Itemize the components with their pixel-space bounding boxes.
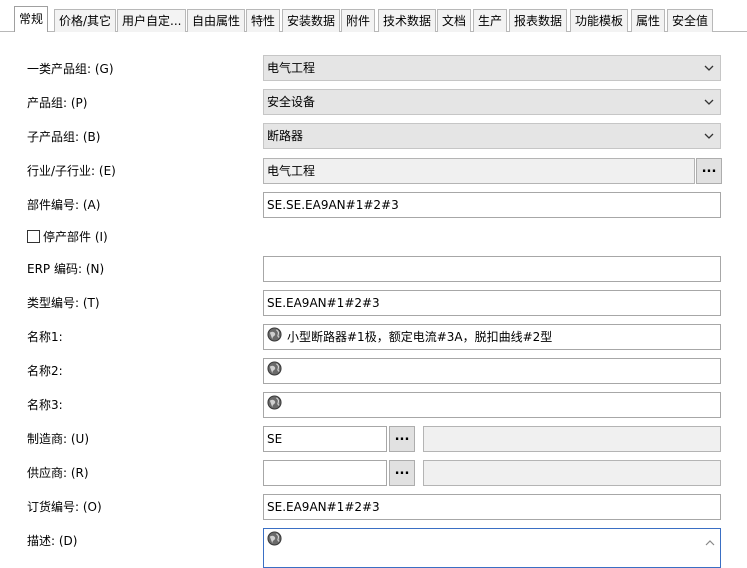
sub-product-group-select[interactable]: 断路器 <box>263 123 721 149</box>
product-group-label: 产品组: (P) <box>27 96 88 110</box>
product-group-1-value: 电气工程 <box>267 61 316 75</box>
product-group-select[interactable]: 安全设备 <box>263 89 721 115</box>
tab-user-defined[interactable]: 用户自定... <box>117 9 187 32</box>
globe-icon[interactable] <box>267 326 282 350</box>
tab-mounting-data[interactable]: 安装数据 <box>282 9 341 32</box>
product-group-1-label: 一类产品组: (G) <box>27 62 114 76</box>
order-number-field[interactable]: SE.EA9AN#1#2#3 <box>263 494 721 520</box>
globe-icon[interactable] <box>267 360 282 384</box>
description-label: 描述: (D) <box>27 534 78 548</box>
discontinued-label: 停产部件 (I) <box>43 230 108 244</box>
tab-documents[interactable]: 文档 <box>437 9 472 32</box>
part-number-field[interactable]: SE.SE.EA9AN#1#2#3 <box>263 192 721 218</box>
globe-icon[interactable] <box>267 394 282 418</box>
tab-general[interactable]: 常规 <box>14 6 49 32</box>
part-number-label: 部件编号: (A) <box>27 198 101 212</box>
name2-label: 名称2: <box>27 364 63 378</box>
chevron-down-icon <box>704 56 714 80</box>
supplier-browse-button[interactable]: ... <box>389 460 415 486</box>
type-number-label: 类型编号: (T) <box>27 296 100 310</box>
chevron-down-icon <box>704 124 714 148</box>
type-number-field[interactable]: SE.EA9AN#1#2#3 <box>263 290 721 316</box>
industry-field[interactable]: 电气工程 <box>263 158 695 184</box>
name1-field[interactable]: 小型断路器#1极，额定电流#3A，脱扣曲线#2型 <box>263 324 721 350</box>
sub-product-group-label: 子产品组: (B) <box>27 130 101 144</box>
chevron-up-icon[interactable] <box>704 533 716 546</box>
tab-properties[interactable]: 属性 <box>631 9 666 32</box>
order-number-label: 订货编号: (O) <box>27 500 102 514</box>
tab-price-other[interactable]: 价格/其它 <box>54 9 117 32</box>
globe-icon[interactable] <box>267 530 282 554</box>
tab-accessories[interactable]: 附件 <box>341 9 376 32</box>
industry-browse-button[interactable]: ... <box>696 158 722 184</box>
name2-field[interactable] <box>263 358 721 384</box>
industry-label: 行业/子行业: (E) <box>27 164 116 178</box>
erp-code-field[interactable] <box>263 256 721 282</box>
product-group-value: 安全设备 <box>267 95 316 109</box>
tab-strip: 常规 价格/其它 用户自定... 自由属性 特性 安装数据 附件 技术数据 文档… <box>0 0 747 33</box>
sub-product-group-value: 断路器 <box>267 129 304 143</box>
tab-technical-data[interactable]: 技术数据 <box>378 9 437 32</box>
supplier-field[interactable] <box>263 460 387 486</box>
tab-function-templates[interactable]: 功能模板 <box>570 9 629 32</box>
tab-report-data[interactable]: 报表数据 <box>509 9 568 32</box>
manufacturer-browse-button[interactable]: ... <box>389 426 415 452</box>
tab-production[interactable]: 生产 <box>473 9 508 32</box>
supplier-label: 供应商: (R) <box>27 466 89 480</box>
name3-field[interactable] <box>263 392 721 418</box>
name1-label: 名称1: <box>27 330 63 344</box>
tab-characteristics[interactable]: 特性 <box>246 9 281 32</box>
description-textarea[interactable] <box>263 528 721 568</box>
manufacturer-label: 制造商: (U) <box>27 432 90 446</box>
chevron-down-icon <box>704 90 714 114</box>
supplier-name-field <box>423 460 721 486</box>
tab-safety-values[interactable]: 安全值 <box>667 9 714 32</box>
name3-label: 名称3: <box>27 398 63 412</box>
manufacturer-field[interactable]: SE <box>263 426 387 452</box>
discontinued-checkbox[interactable] <box>27 230 40 243</box>
name1-value: 小型断路器#1极，额定电流#3A，脱扣曲线#2型 <box>287 330 553 344</box>
product-group-1-select[interactable]: 电气工程 <box>263 55 721 81</box>
erp-code-label: ERP 编码: (N) <box>27 262 105 276</box>
manufacturer-name-field <box>423 426 721 452</box>
tab-free-properties[interactable]: 自由属性 <box>187 9 246 32</box>
